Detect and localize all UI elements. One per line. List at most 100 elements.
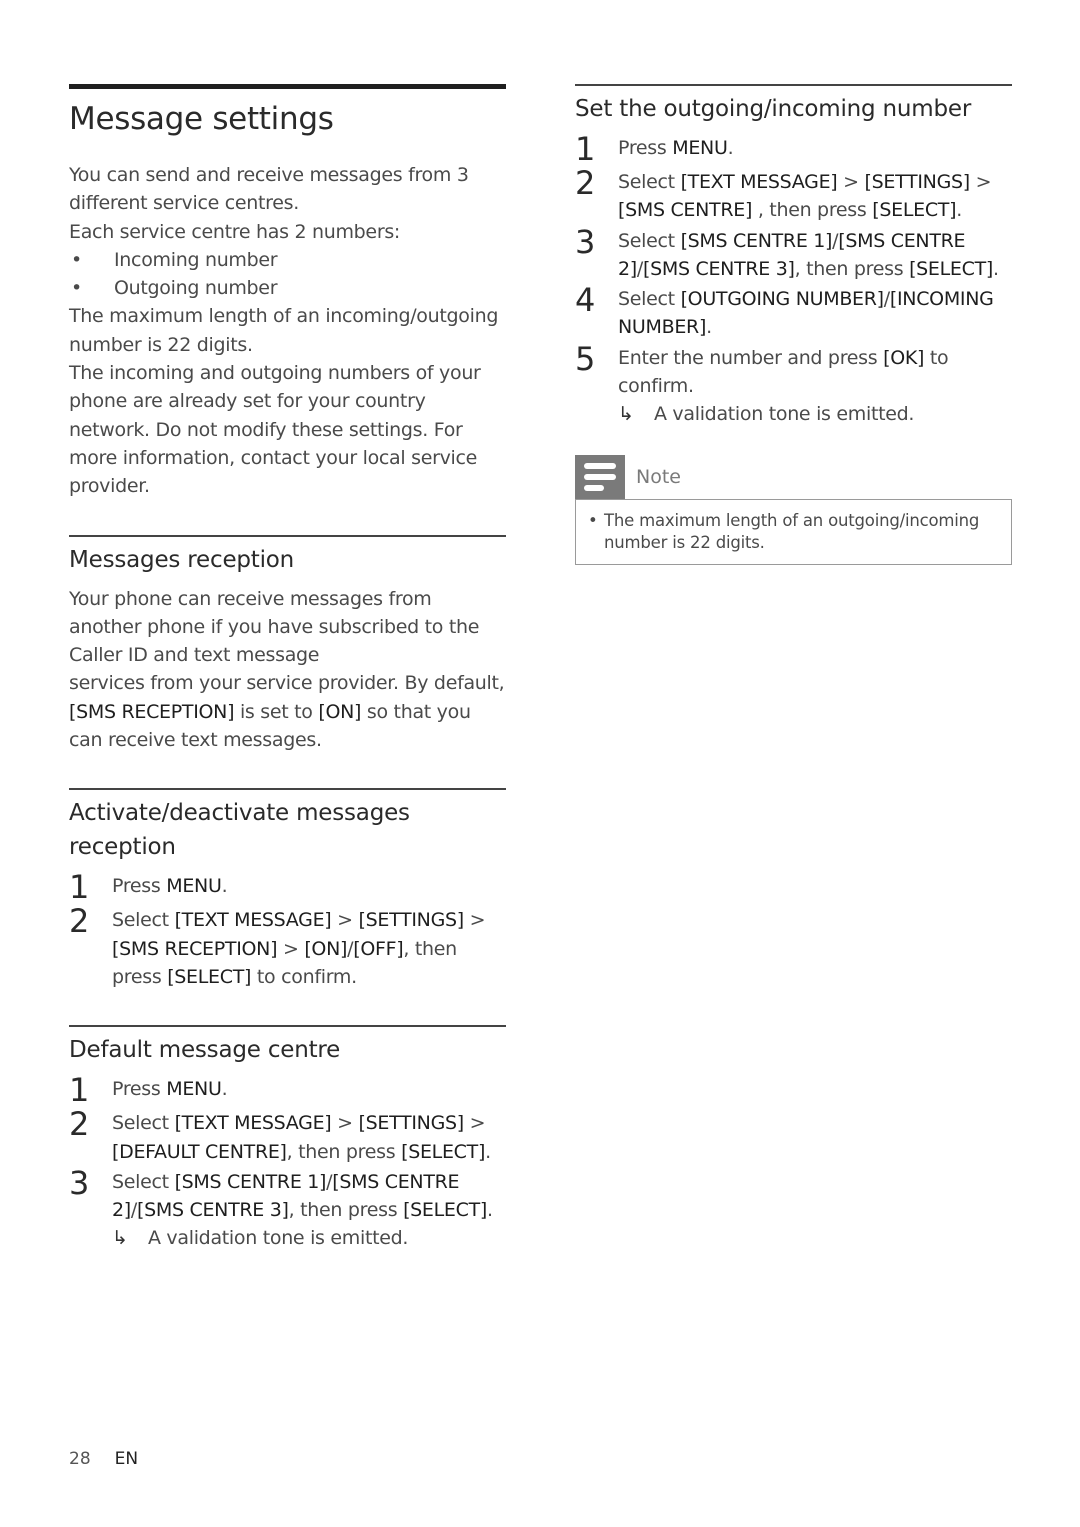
note-content: • The maximum length of an outgoing/inco… xyxy=(575,498,1012,565)
menu-option-label: MENU xyxy=(672,137,728,159)
step-text: Press MENU. xyxy=(112,870,506,904)
step-number: 1 xyxy=(69,1071,90,1110)
menu-option-label: [TEXT MESSAGE] xyxy=(174,1112,332,1135)
page-title: Message settings xyxy=(69,101,334,137)
menu-option-label: [OFF] xyxy=(353,937,404,960)
step-item: 2 Select [TEXT MESSAGE] > [SETTINGS] > [S… xyxy=(69,904,506,991)
menu-option-label: [SELECT] xyxy=(872,199,957,222)
text-segment: Press xyxy=(112,1078,167,1101)
menu-option-label: MENU xyxy=(166,875,222,898)
result-line: ↳ A validation tone is emitted. xyxy=(69,1224,506,1252)
step-text: Press MENU. xyxy=(618,132,1012,166)
text-segment: is set to xyxy=(234,700,319,723)
result-arrow-icon: ↳ xyxy=(112,1227,128,1250)
text-segment: Select xyxy=(618,288,681,311)
text-segment: . xyxy=(706,316,712,339)
menu-option-label: [SMS CENTRE 3] xyxy=(137,1199,289,1222)
text-segment: Select xyxy=(112,909,175,932)
steps-list: 1 Press MENU. 2 Select [TEXT MESSAGE] > [SE… xyxy=(69,1073,506,1224)
menu-option-label: [SMS CENTRE 3] xyxy=(643,257,795,280)
menu-option-label: [TEXT MESSAGE] xyxy=(680,171,838,193)
menu-option-label: [SETTINGS] xyxy=(358,1112,465,1135)
section-rule xyxy=(69,534,506,537)
text-segment: to confirm. xyxy=(251,965,357,988)
note-box: Note • The maximum length of an outgoing… xyxy=(575,454,1012,565)
menu-option-label: [SELECT] xyxy=(167,965,252,988)
text-segment: > xyxy=(969,171,992,193)
text-segment: > xyxy=(837,171,865,193)
step-number: 2 xyxy=(69,1105,90,1144)
menu-option-label: [SMS CENTRE] xyxy=(618,199,753,222)
note-label: Note xyxy=(636,465,681,488)
note-text: The maximum length of an outgoing/incomi… xyxy=(603,510,980,552)
text-segment: Select xyxy=(112,1170,175,1193)
step-number: 5 xyxy=(575,339,596,378)
step-item: 4 Select [OUTGOING NUMBER]/[INCOMING NUMB… xyxy=(575,283,1012,342)
right-column: Set the outgoing/incoming number 1 Press … xyxy=(575,84,1012,565)
menu-option-label: [SETTINGS] xyxy=(358,909,465,932)
menu-option-label: [SMS RECEPTION] xyxy=(112,937,278,960)
section-rule xyxy=(69,788,506,791)
step-text: Press MENU. xyxy=(112,1073,506,1107)
section-messages-reception: Messages reception Your phone can receiv… xyxy=(69,534,506,755)
step-number: 3 xyxy=(69,1163,90,1202)
text-segment: . xyxy=(221,875,228,898)
text-segment: Select xyxy=(618,171,681,193)
menu-option-label: [TEXT MESSAGE] xyxy=(174,909,332,932)
menu-option-label: [SMS CENTRE 1] xyxy=(680,229,833,252)
title-rule xyxy=(69,84,506,89)
text-segment: > xyxy=(331,909,359,932)
steps-list: 1 Press MENU. 2 Select [TEXT MESSAGE] > [SE… xyxy=(69,870,506,991)
section-heading: Default message centre xyxy=(69,1037,341,1064)
section-activate-reception: Activate/deactivate messages reception 1… xyxy=(69,788,506,991)
menu-option-label: [SELECT] xyxy=(401,1140,486,1163)
step-item: 1 Press MENU. xyxy=(69,1073,506,1107)
menu-option-label: [ON] xyxy=(304,937,348,960)
step-text: Select [SMS CENTRE 1]/[SMS CENTRE 2]/[SM… xyxy=(112,1166,506,1225)
step-number: 3 xyxy=(575,222,596,261)
text-segment: , then press xyxy=(288,1199,404,1222)
text-segment: Enter the number and press xyxy=(618,346,884,369)
step-item: 1 Press MENU. xyxy=(69,870,506,904)
section-rule xyxy=(69,1025,506,1028)
intro-numbers-line: Each service centre has 2 numbers: xyxy=(69,220,401,243)
text-segment: . xyxy=(487,1199,493,1222)
step-item: 2 Select [TEXT MESSAGE] > [SETTINGS] > [D… xyxy=(69,1107,506,1166)
step-item: 5 Enter the number and press [OK] to conf… xyxy=(575,342,1012,401)
step-text: Select [TEXT MESSAGE] > [SETTINGS] > [SM… xyxy=(618,166,1012,225)
menu-option-label: [SMS RECEPTION] xyxy=(69,700,235,723)
menu-option-label: [OUTGOING NUMBER] xyxy=(680,288,885,311)
text-segment: . xyxy=(727,137,734,159)
text-segment: . xyxy=(485,1140,491,1163)
section-default-centre: Default message centre 1 Press MENU. 2 Sele… xyxy=(69,1025,506,1252)
step-item: 3 Select [SMS CENTRE 1]/[SMS CENTRE 2]/[S… xyxy=(575,225,1012,284)
step-text: Enter the number and press [OK] to confi… xyxy=(618,342,1012,401)
step-text: Select [OUTGOING NUMBER]/[INCOMING NUMBE… xyxy=(618,283,1012,342)
section-rule xyxy=(575,84,1012,86)
text-segment: Select xyxy=(618,229,681,252)
step-number: 1 xyxy=(575,130,596,168)
text-segment: , then press xyxy=(286,1140,402,1163)
text-segment: > xyxy=(331,1112,359,1135)
text-segment: . xyxy=(956,199,962,222)
step-item: 2 Select [TEXT MESSAGE] > [SETTINGS] > [S… xyxy=(575,166,1012,225)
text-segment: > xyxy=(277,937,305,960)
text-segment: > xyxy=(463,1112,486,1135)
language-code: EN xyxy=(114,1449,139,1469)
text-segment: Press xyxy=(618,137,673,159)
text-segment: Select xyxy=(112,1112,175,1135)
left-column: Message settings You can send and receiv… xyxy=(69,84,506,1253)
text-segment: Press xyxy=(112,875,167,898)
menu-option-label: [SETTINGS] xyxy=(864,171,971,193)
result-line: ↳ A validation tone is emitted. xyxy=(575,400,1012,428)
text-segment: > xyxy=(463,909,486,932)
note-header: Note xyxy=(575,454,1012,499)
note-icon xyxy=(575,454,625,499)
reception-default-paragraph: services from your service provider. By … xyxy=(69,669,506,754)
step-number: 2 xyxy=(575,164,596,202)
reception-paragraph: Your phone can receive messages from ano… xyxy=(69,587,480,667)
section-heading: Messages reception xyxy=(69,546,295,573)
section-heading: Set the outgoing/incoming number xyxy=(575,96,972,122)
text-segment: , then press xyxy=(752,199,873,222)
page-footer: 28 EN xyxy=(69,1449,138,1469)
